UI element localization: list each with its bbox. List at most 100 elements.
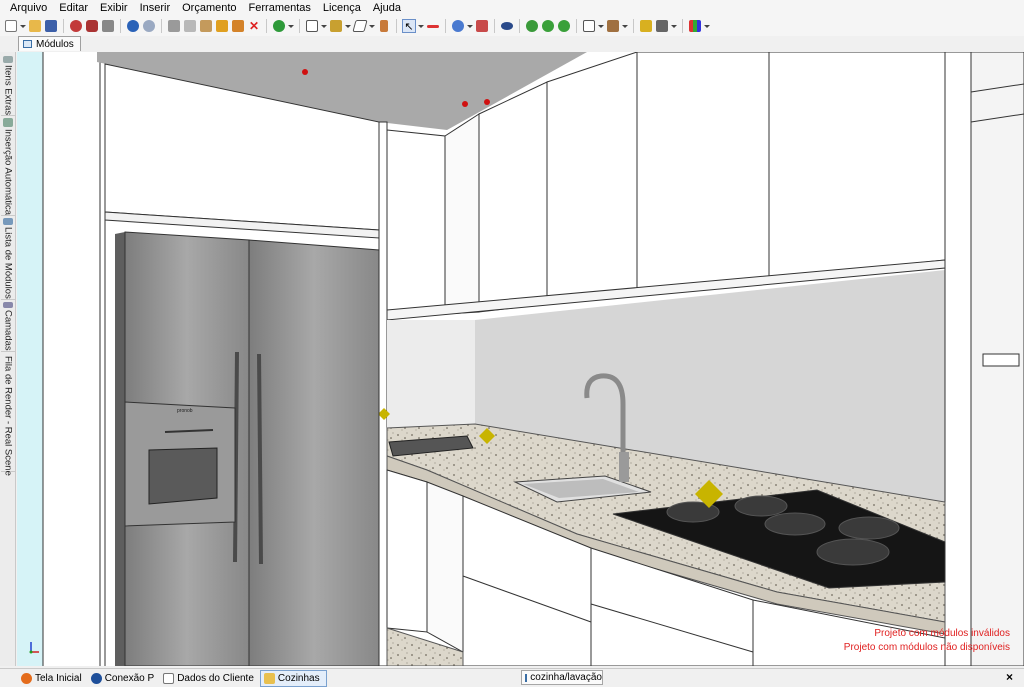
window-icon[interactable] — [582, 19, 596, 33]
path-label: cozinha/lavação — [530, 672, 602, 683]
paste-icon[interactable] — [199, 19, 213, 33]
forward-icon[interactable] — [557, 19, 571, 33]
menu-exibir[interactable]: Exibir — [96, 0, 136, 16]
select-dropdown[interactable] — [418, 19, 424, 33]
redo-icon[interactable] — [142, 19, 156, 33]
toolbar-separator — [266, 19, 267, 33]
new-file-icon[interactable] — [4, 19, 18, 33]
delete-icon[interactable]: ✕ — [247, 19, 261, 33]
side-tab-camadas[interactable]: Camadas — [1, 300, 15, 352]
toolbar-separator — [445, 19, 446, 33]
dimension-icon[interactable] — [352, 19, 368, 33]
tab-label: Conexão P — [104, 672, 155, 684]
tab-tela-inicial[interactable]: Tela Inicial — [18, 670, 88, 687]
toolbar-separator — [120, 19, 121, 33]
grid-dropdown[interactable] — [704, 19, 710, 33]
material-dropdown[interactable] — [467, 19, 473, 33]
toolbar-separator — [494, 19, 495, 33]
folder-icon — [263, 672, 275, 684]
close-button[interactable]: × — [1006, 670, 1013, 684]
render-icon[interactable] — [69, 19, 83, 33]
measure-icon[interactable] — [329, 19, 343, 33]
modules-icon[interactable] — [85, 19, 99, 33]
side-tab-itens-extras[interactable]: Itens Extras — [1, 54, 15, 116]
rotate-dropdown[interactable] — [321, 19, 327, 33]
screenshot-icon[interactable] — [655, 19, 669, 33]
menu-editar[interactable]: Editar — [55, 0, 96, 16]
menu-ajuda[interactable]: Ajuda — [369, 0, 409, 16]
connection-icon — [90, 672, 102, 684]
tab-cozinhas[interactable]: Cozinhas — [259, 669, 327, 687]
modules-tab-icon — [23, 40, 32, 48]
box-icon[interactable] — [606, 19, 620, 33]
document-icon — [163, 672, 175, 684]
side-panel: Itens Extras Inserção Automática Lista d… — [0, 52, 16, 666]
kitchen-scene: pronob — [17, 52, 1024, 666]
dimension-dropdown[interactable] — [369, 19, 375, 33]
upper-cabinet-corner — [386, 129, 446, 315]
new-file-dropdown[interactable] — [20, 19, 26, 33]
back-icon[interactable] — [541, 19, 555, 33]
toolbar-separator — [396, 19, 397, 33]
side-tab-lista-de-modulos[interactable]: Lista de Módulos — [1, 216, 15, 300]
print-icon[interactable] — [101, 19, 115, 33]
box-dropdown[interactable] — [622, 19, 628, 33]
upper-cabinet — [478, 81, 548, 313]
3d-viewport[interactable]: pronob Projeto com módulos inválidos Pro… — [17, 52, 1024, 666]
side-tab-label: Camadas — [2, 310, 14, 351]
window-dropdown[interactable] — [598, 19, 604, 33]
tab-modulos-label: Módulos — [36, 38, 74, 50]
camera-icon[interactable] — [525, 19, 539, 33]
toolbar-separator — [576, 19, 577, 33]
module-icon — [525, 673, 528, 682]
save-icon[interactable] — [44, 19, 58, 33]
grid-icon[interactable] — [688, 19, 702, 33]
menu-orcamento[interactable]: Orçamento — [178, 0, 244, 16]
hammer-icon[interactable] — [231, 19, 245, 33]
menu-licenca[interactable]: Licença — [319, 0, 369, 16]
tab-modulos[interactable]: Módulos — [18, 36, 81, 51]
budget-icon[interactable] — [272, 19, 286, 33]
status-bar: Tela Inicial Conexão P Dados do Cliente … — [0, 668, 1024, 687]
screenshot-dropdown[interactable] — [671, 19, 677, 33]
toolbar-separator — [299, 19, 300, 33]
menu-ferramentas[interactable]: Ferramentas — [245, 0, 319, 16]
menu-bar: Arquivo Editar Exibir Inserir Orçamento … — [0, 0, 1024, 16]
material-icon[interactable] — [451, 19, 465, 33]
tab-conexao[interactable]: Conexão P — [88, 670, 160, 687]
home-icon — [21, 672, 32, 684]
side-tab-insercao-automatica[interactable]: Inserção Automática — [1, 116, 15, 216]
red-marker — [484, 99, 490, 105]
layout-icon[interactable] — [475, 19, 489, 33]
measure-dropdown[interactable] — [345, 19, 351, 33]
menu-inserir[interactable]: Inserir — [136, 0, 179, 16]
rotate-icon[interactable] — [305, 19, 319, 33]
undo-icon[interactable] — [126, 19, 140, 33]
layers-icon — [3, 302, 13, 309]
side-tab-label: Fila de Render - Real Scene — [2, 356, 14, 476]
main-toolbar: ✕ ↖ — [0, 16, 1024, 36]
items-icon — [3, 56, 13, 63]
list-icon — [3, 218, 13, 226]
select-icon[interactable]: ↖ — [402, 19, 416, 33]
eye-icon[interactable] — [500, 19, 514, 33]
toolbar-separator — [519, 19, 520, 33]
paint-bucket-icon[interactable] — [639, 19, 653, 33]
side-tab-label: Itens Extras — [2, 64, 14, 115]
open-folder-icon[interactable] — [28, 19, 42, 33]
fridge-brand: pronob — [177, 408, 193, 414]
path-box[interactable]: cozinha/lavação — [521, 670, 603, 685]
menu-arquivo[interactable]: Arquivo — [6, 0, 55, 16]
side-tab-label: Inserção Automática — [2, 128, 14, 215]
align-icon[interactable] — [426, 19, 440, 33]
tab-dados-do-cliente[interactable]: Dados do Cliente — [160, 670, 260, 687]
door-icon[interactable] — [377, 19, 391, 33]
tab-label: Cozinhas — [277, 672, 320, 684]
toolbar-separator — [63, 19, 64, 33]
upper-cabinet — [768, 52, 946, 279]
side-tab-fila-de-render[interactable]: Fila de Render - Real Scene — [1, 352, 15, 476]
budget-dropdown[interactable] — [288, 19, 294, 33]
cut-icon[interactable] — [167, 19, 181, 33]
paint-icon[interactable] — [215, 19, 229, 33]
copy-icon[interactable] — [183, 19, 197, 33]
